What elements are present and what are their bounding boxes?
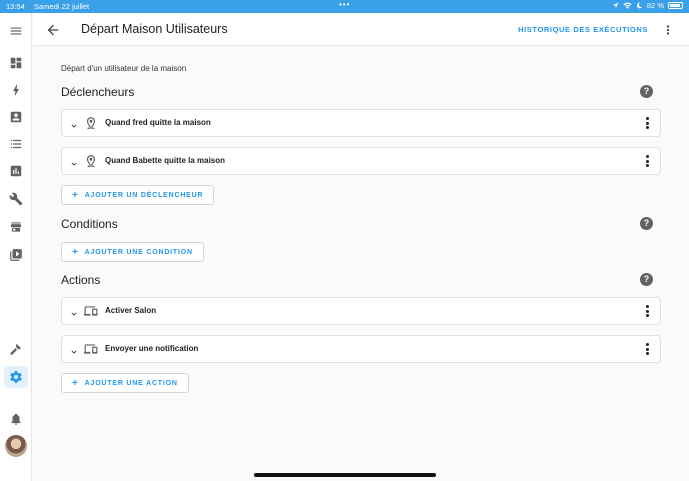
menu-icon[interactable] (6, 21, 26, 41)
action-label: Activer Salon (105, 306, 157, 315)
add-condition-button[interactable]: + AJOUTER UNE CONDITION (61, 242, 204, 262)
map-marker-icon (84, 116, 98, 130)
battery-icon (668, 2, 683, 9)
chevron-down-icon[interactable] (69, 344, 79, 354)
chevron-down-icon[interactable] (69, 118, 79, 128)
back-arrow-icon[interactable] (45, 22, 61, 38)
wifi-icon (623, 2, 632, 9)
more-vert-icon[interactable] (644, 342, 650, 356)
page-title: Départ Maison Utilisateurs (81, 22, 228, 36)
bell-icon[interactable] (6, 409, 26, 429)
plus-icon: + (72, 377, 79, 389)
more-vert-icon[interactable] (661, 22, 675, 38)
actions-heading: Actions (61, 273, 101, 287)
map-marker-icon (84, 154, 98, 168)
trigger-label: Quand Babette quitte la maison (105, 156, 226, 165)
location-icon (612, 2, 619, 9)
chevron-down-icon[interactable] (69, 156, 79, 166)
list-icon[interactable] (6, 134, 26, 154)
devices-icon (84, 342, 98, 356)
energy-icon[interactable] (6, 80, 26, 100)
dashboard-icon[interactable] (6, 53, 26, 73)
multitask-dots[interactable]: ••• (339, 0, 350, 9)
history-button[interactable]: HISTORIQUE DES EXÉCUTIONS (518, 25, 648, 34)
triggers-heading: Déclencheurs (61, 85, 135, 99)
conditions-help-icon[interactable]: ? (640, 217, 653, 230)
add-trigger-label: AJOUTER UN DÉCLENCHEUR (84, 191, 204, 199)
app-header: Départ Maison Utilisateurs HISTORIQUE DE… (33, 13, 689, 46)
more-vert-icon[interactable] (644, 154, 650, 168)
trigger-card[interactable]: Quand Babette quitte la maison (61, 147, 661, 175)
sidebar (0, 13, 32, 481)
hammer-icon[interactable] (6, 339, 26, 359)
status-bar: 13:54 Samedi 22 juillet ••• 82 % (0, 0, 689, 13)
actions-help-icon[interactable]: ? (640, 273, 653, 286)
moon-icon (636, 2, 643, 9)
media-icon[interactable] (6, 245, 26, 265)
settings-gear-icon[interactable] (4, 366, 28, 388)
conditions-heading: Conditions (61, 217, 118, 231)
battery-percent: 82 % (646, 1, 664, 10)
devices-icon (84, 304, 98, 318)
history-chart-icon[interactable] (6, 161, 26, 181)
triggers-help-icon[interactable]: ? (640, 85, 653, 98)
plus-icon: + (72, 246, 79, 258)
more-vert-icon[interactable] (644, 304, 650, 318)
trigger-card[interactable]: Quand fred quitte la maison (61, 109, 661, 137)
logbook-icon[interactable] (6, 107, 26, 127)
plus-icon: + (72, 189, 79, 201)
add-trigger-button[interactable]: + AJOUTER UN DÉCLENCHEUR (61, 185, 215, 205)
action-card[interactable]: Activer Salon (61, 297, 661, 325)
add-condition-label: AJOUTER UNE CONDITION (84, 248, 193, 256)
trigger-label: Quand fred quitte la maison (105, 118, 211, 127)
action-label: Envoyer une notification (105, 344, 199, 353)
automation-description: Départ d'un utilisateur de la maison (61, 64, 187, 73)
action-card[interactable]: Envoyer une notification (61, 335, 661, 363)
status-date: Samedi 22 juillet (34, 2, 90, 11)
chevron-down-icon[interactable] (69, 306, 79, 316)
status-indicators: 82 % (612, 1, 683, 10)
wrench-icon[interactable] (6, 189, 26, 209)
hacs-store-icon[interactable] (6, 217, 26, 237)
more-vert-icon[interactable] (644, 116, 650, 130)
add-action-label: AJOUTER UNE ACTION (84, 379, 178, 387)
automation-editor: Départ d'un utilisateur de la maison Déc… (33, 46, 689, 481)
home-indicator[interactable] (254, 473, 436, 477)
add-action-button[interactable]: + AJOUTER UNE ACTION (61, 373, 189, 393)
avatar[interactable] (5, 435, 27, 457)
status-time: 13:54 (6, 2, 25, 11)
